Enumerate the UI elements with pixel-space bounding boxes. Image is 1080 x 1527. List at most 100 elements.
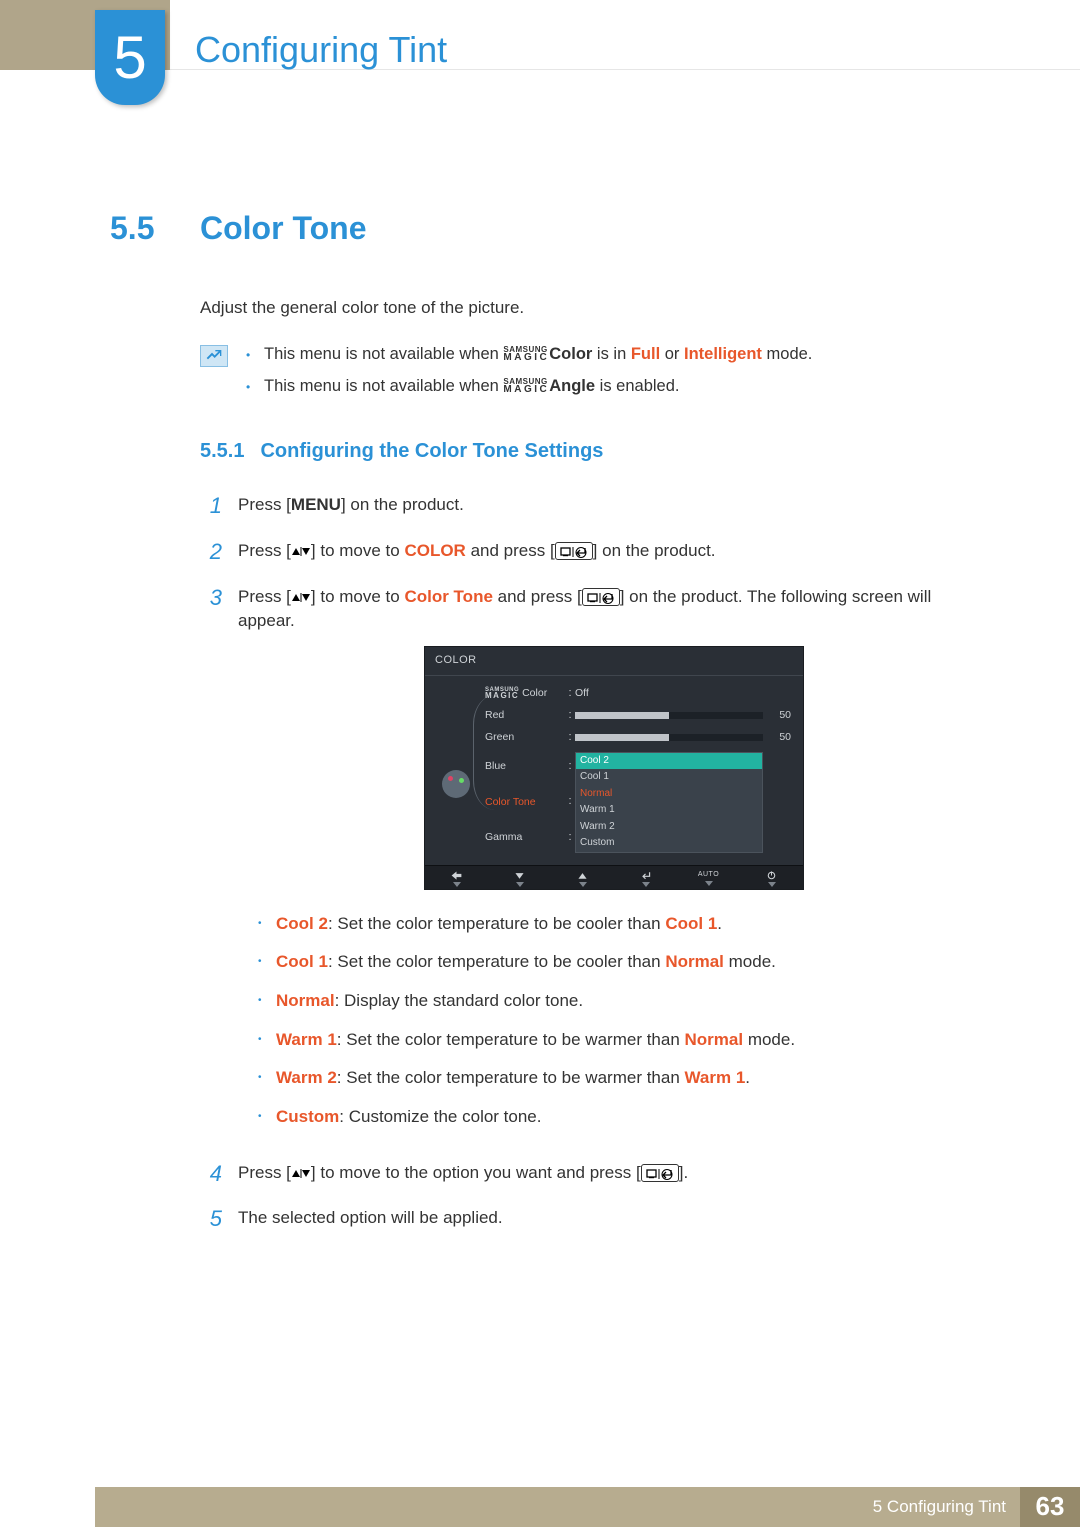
chapter-badge: 5 (95, 10, 165, 105)
tone-ref: Cool 1 (665, 914, 717, 933)
tone-desc: mode. (743, 1030, 795, 1049)
osd-row-value: 50 (763, 708, 791, 723)
step-body: Press [] to move to Color Tone and press… (238, 582, 990, 1144)
content: 5.5 Color Tone Adjust the general color … (110, 205, 990, 1235)
osd-colon: : (565, 759, 575, 775)
note-text: or (660, 345, 684, 363)
subsection-heading: 5.5.1 Configuring the Color Tone Setting… (200, 437, 990, 466)
tone-desc: : Set the color temperature to be warmer… (337, 1068, 685, 1087)
osd-rows: SAMSUNGMAGIC Color : Off Red : 50 (485, 686, 791, 853)
osd-row-label: SAMSUNGMAGIC Color (485, 686, 565, 701)
tone-desc: : Set the color temperature to be warmer… (337, 1030, 685, 1049)
menu-name: Color Tone (404, 587, 492, 606)
step-number: 1 (200, 490, 222, 522)
osd-footer-up-icon (551, 870, 614, 887)
tone-desc: mode. (724, 952, 776, 971)
osd-row-value: 50 (763, 730, 791, 745)
step-number: 3 (200, 582, 222, 614)
intro-text: Adjust the general color tone of the pic… (200, 296, 990, 321)
sm-bot: MAGIC (503, 386, 549, 394)
section-number: 5.5 (110, 205, 170, 251)
osd-dropdown-option: Cool 2 (576, 753, 762, 770)
steps-list: 1 Press [MENU] on the product. 2 Press [… (200, 490, 990, 1235)
note-item: This menu is not available when SAMSUNGM… (246, 343, 812, 367)
source-enter-icon (641, 1164, 679, 1182)
tone-name: Warm 1 (276, 1030, 337, 1049)
osd-colon: : (565, 708, 575, 724)
tone-desc: : Display the standard color tone. (335, 991, 584, 1010)
step-text: Press [ (238, 495, 291, 514)
step-text: Press [ (238, 587, 291, 606)
palette-icon (442, 770, 470, 798)
page-footer: 5 Configuring Tint 63 (95, 1487, 1080, 1527)
osd-footer-down-icon (488, 870, 551, 887)
samsung-magic-logo: SAMSUNGMAGIC (485, 688, 519, 699)
osd-slider-fill (575, 712, 669, 719)
tone-name: Cool 2 (276, 914, 328, 933)
note-text: This menu is not available when (264, 377, 503, 395)
subsection-title: Configuring the Color Tone Settings (260, 437, 603, 466)
step-text: ]. (679, 1163, 688, 1182)
step-text: and press [ (466, 541, 555, 560)
osd-dropdown: Cool 2 Cool 1 Normal Warm 1 Warm 2 Custo… (575, 752, 763, 853)
up-down-icon (291, 541, 311, 560)
chapter-number: 5 (113, 14, 146, 101)
tone-desc: . (717, 914, 722, 933)
osd-row-label: Red (485, 708, 565, 723)
step-body: Press [] to move to the option you want … (238, 1158, 990, 1186)
step-text: Press [ (238, 1163, 291, 1182)
step-text: Press [ (238, 541, 291, 560)
tone-name: Normal (276, 991, 335, 1010)
tone-ref: Normal (685, 1030, 744, 1049)
tone-name: Custom (276, 1107, 339, 1126)
osd-dropdown-option: Warm 1 (576, 802, 762, 819)
osd-dropdown-option: Cool 1 (576, 769, 762, 786)
tone-desc: : Set the color temperature to be cooler… (328, 952, 665, 971)
header-bar: 5 Configuring Tint (0, 0, 1080, 70)
note-item: This menu is not available when SAMSUNGM… (246, 375, 812, 399)
osd-row-label-selected: Color Tone (485, 795, 565, 810)
osd-row-label: Gamma (485, 830, 565, 845)
osd-colon: : (565, 730, 575, 746)
step-body: The selected option will be applied. (238, 1203, 990, 1231)
step: 2 Press [] to move to COLOR and press []… (200, 536, 990, 568)
sm-bot: MAGIC (485, 693, 519, 699)
osd-panel: COLOR SAMSUNGMAGIC Color (424, 646, 804, 890)
subsection-number: 5.5.1 (200, 437, 244, 466)
tone-name: Cool 1 (276, 952, 328, 971)
tone-option: Normal: Display the standard color tone. (258, 989, 990, 1014)
osd-body: SAMSUNGMAGIC Color : Off Red : 50 (425, 676, 803, 865)
step-text: ] on the product. (341, 495, 464, 514)
chapter-title: Configuring Tint (195, 24, 447, 76)
osd-colon: : (565, 686, 575, 702)
page: 5 Configuring Tint 5.5 Color Tone Adjust… (0, 0, 1080, 1527)
tone-desc: : Customize the color tone. (339, 1107, 541, 1126)
osd-slider-fill (575, 734, 669, 741)
osd-dropdown-option: Custom (576, 835, 762, 852)
note-list: This menu is not available when SAMSUNGM… (246, 343, 812, 407)
source-enter-icon (582, 588, 620, 606)
feature-name: Angle (549, 377, 595, 395)
footer-chapter: 5 Configuring Tint (873, 1495, 1006, 1520)
body: Adjust the general color tone of the pic… (200, 296, 990, 406)
osd-footer-enter-icon (614, 870, 677, 887)
sm-bot: MAGIC (503, 354, 549, 362)
note-text: mode. (762, 345, 812, 363)
mode-name: Intelligent (684, 345, 762, 363)
section-heading: 5.5 Color Tone (110, 205, 990, 251)
step: 1 Press [MENU] on the product. (200, 490, 990, 522)
footer-page-number: 63 (1020, 1487, 1080, 1527)
section-title: Color Tone (200, 205, 367, 251)
mode-name: Full (631, 345, 660, 363)
osd-label-text: Color (522, 687, 547, 699)
samsung-magic-logo: SAMSUNGMAGIC (503, 347, 549, 361)
osd-footer-auto-label: AUTO (698, 870, 719, 880)
up-down-icon (291, 1163, 311, 1182)
osd-row-label: Blue (485, 759, 565, 774)
step-text: The selected option will be applied. (238, 1208, 503, 1227)
step: 3 Press [] to move to Color Tone and pre… (200, 582, 990, 1144)
osd-row-value: Off (575, 686, 763, 701)
osd-category-icon-col (437, 686, 475, 853)
samsung-magic-logo: SAMSUNGMAGIC (503, 379, 549, 393)
osd-title: COLOR (425, 647, 803, 676)
